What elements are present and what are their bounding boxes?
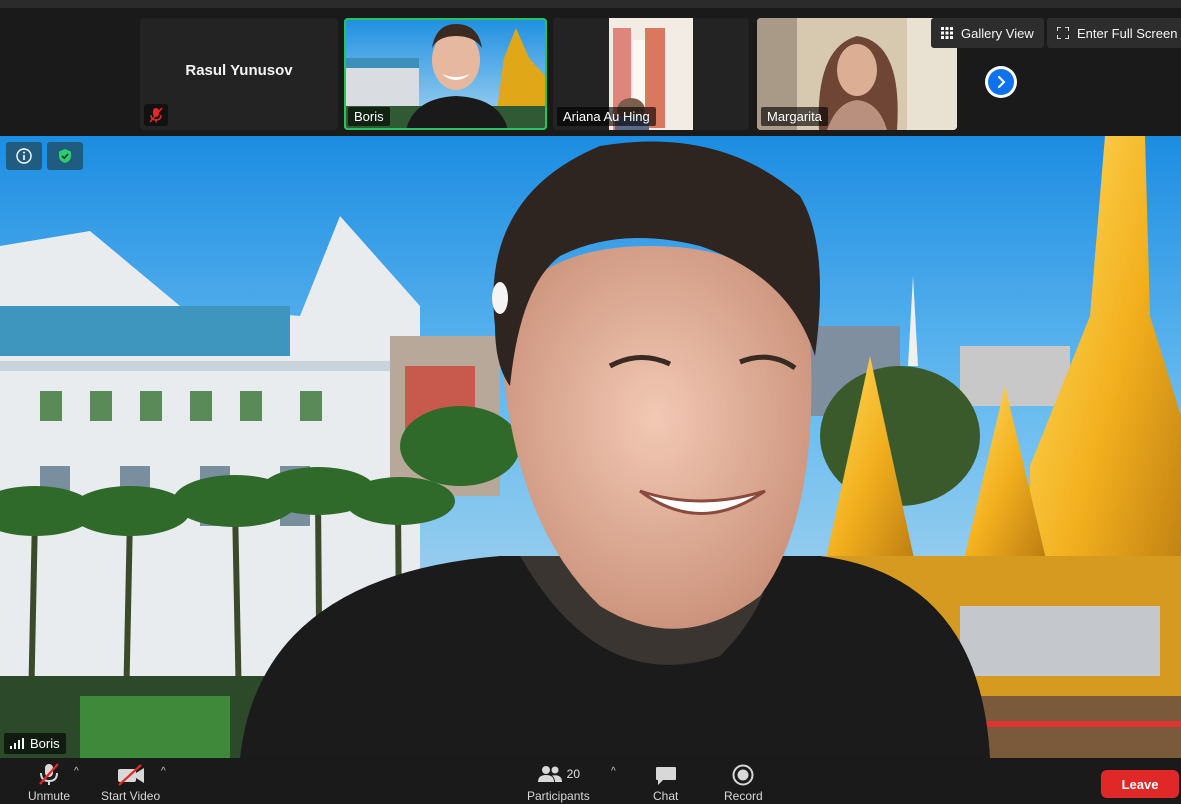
shield-check-icon bbox=[59, 149, 71, 163]
chat-label: Chat bbox=[653, 789, 679, 803]
video-options-caret-icon[interactable]: ^ bbox=[161, 766, 166, 777]
start-video-label: Start Video bbox=[101, 789, 161, 803]
zoom-meeting-window: Rasul Yunusov Boris Ariana Au Hing Marga… bbox=[0, 0, 1181, 804]
participants-label: Participants bbox=[527, 789, 590, 803]
participant-tile-boris[interactable]: Boris bbox=[344, 18, 547, 130]
window-top-bar bbox=[0, 0, 1181, 8]
info-icon bbox=[16, 148, 32, 164]
participants-count: 20 bbox=[566, 767, 581, 781]
chevron-right-icon bbox=[998, 76, 1006, 88]
unmute-label: Unmute bbox=[28, 789, 71, 803]
chat-icon bbox=[655, 767, 676, 785]
meeting-toolbar: Unmute ^ Start Video ^ 20 Participants ^… bbox=[0, 758, 1181, 804]
main-speaker-video: Boris bbox=[0, 136, 1181, 758]
participant-name-label: Margarita bbox=[761, 107, 828, 126]
gallery-view-label: Gallery View bbox=[961, 25, 1034, 41]
chat-button[interactable]: Chat bbox=[653, 762, 678, 803]
record-icon bbox=[732, 764, 754, 786]
gallery-view-button[interactable]: Gallery View bbox=[931, 18, 1044, 48]
video-off-icon bbox=[117, 764, 144, 786]
participant-name-label: Boris bbox=[348, 107, 390, 126]
unmute-button[interactable]: Unmute bbox=[28, 762, 70, 803]
record-label: Record bbox=[724, 789, 763, 803]
speaker-video-feed bbox=[0, 136, 1181, 758]
security-button[interactable] bbox=[47, 142, 83, 170]
gallery-strip: Rasul Yunusov Boris Ariana Au Hing Marga… bbox=[0, 8, 1181, 136]
grid-icon bbox=[941, 27, 953, 39]
record-button[interactable]: Record bbox=[724, 762, 763, 803]
participant-name-label: Ariana Au Hing bbox=[557, 107, 656, 126]
mic-muted-icon bbox=[39, 763, 59, 785]
mic-muted-icon bbox=[144, 104, 168, 126]
fullscreen-icon bbox=[1057, 27, 1069, 39]
full-screen-button[interactable]: Enter Full Screen bbox=[1047, 18, 1181, 48]
speaker-name-badge: Boris bbox=[4, 733, 66, 754]
participant-tile-rasul[interactable]: Rasul Yunusov bbox=[140, 18, 338, 130]
signal-icon bbox=[10, 738, 24, 749]
participants-options-caret-icon[interactable]: ^ bbox=[611, 766, 616, 777]
audio-options-caret-icon[interactable]: ^ bbox=[74, 766, 79, 777]
start-video-button[interactable]: Start Video bbox=[101, 762, 160, 803]
participant-name-large: Rasul Yunusov bbox=[185, 62, 293, 79]
participants-button[interactable]: 20 Participants bbox=[527, 762, 590, 803]
meeting-info-button[interactable] bbox=[6, 142, 42, 170]
full-screen-label: Enter Full Screen bbox=[1077, 25, 1178, 41]
participants-icon bbox=[537, 766, 562, 782]
participant-tile-ariana[interactable]: Ariana Au Hing bbox=[553, 18, 749, 130]
next-page-button[interactable] bbox=[985, 66, 1017, 98]
participant-tile-margarita[interactable]: Margarita bbox=[757, 18, 957, 130]
speaker-name-label: Boris bbox=[30, 736, 60, 751]
leave-button[interactable]: Leave bbox=[1101, 770, 1179, 798]
